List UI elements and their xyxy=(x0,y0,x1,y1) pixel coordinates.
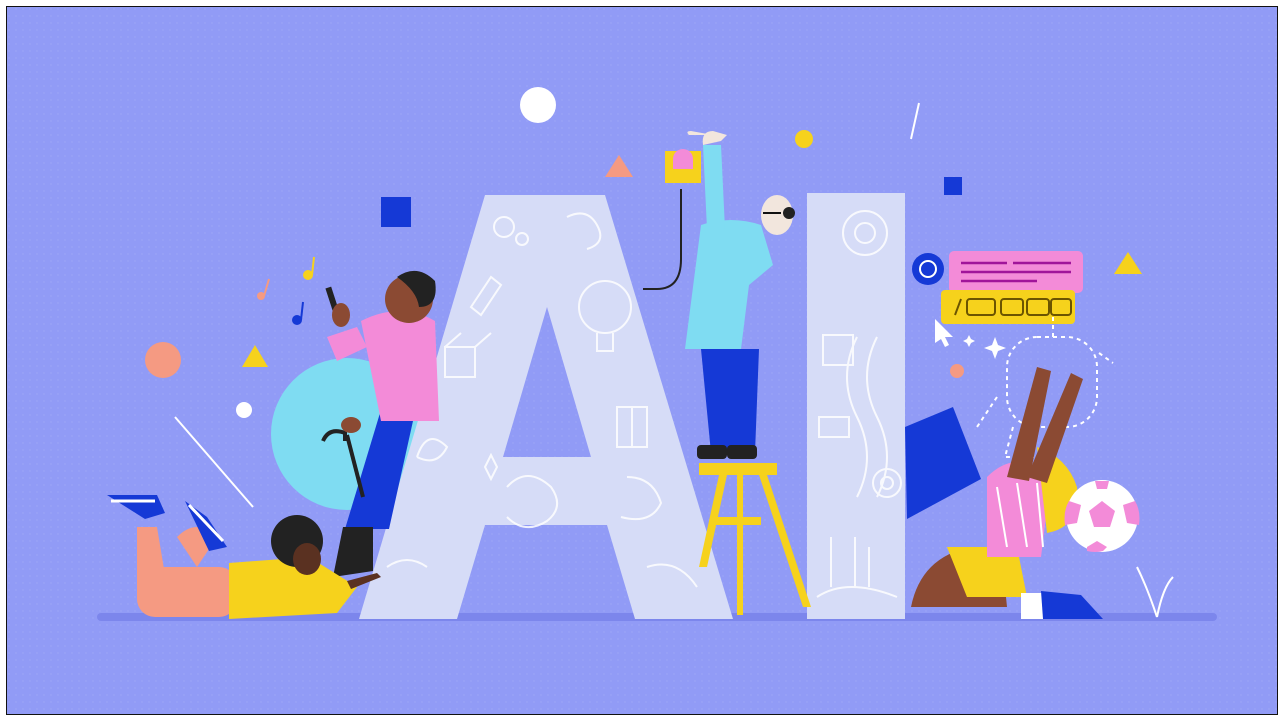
blue-square-left xyxy=(381,197,411,227)
small-white-dot xyxy=(236,402,252,418)
yellow-dot xyxy=(795,130,813,148)
chat-bubble-icon xyxy=(912,253,944,285)
illustration-frame xyxy=(6,6,1278,715)
yellow-input-panel xyxy=(941,290,1075,324)
coral-circle xyxy=(145,342,181,378)
blue-square-top xyxy=(944,177,962,195)
coral-small-dot xyxy=(950,364,964,378)
ai-illustration xyxy=(7,7,1277,714)
pink-text-panel xyxy=(949,251,1083,293)
letter-i xyxy=(807,193,905,619)
white-dot xyxy=(520,87,556,123)
